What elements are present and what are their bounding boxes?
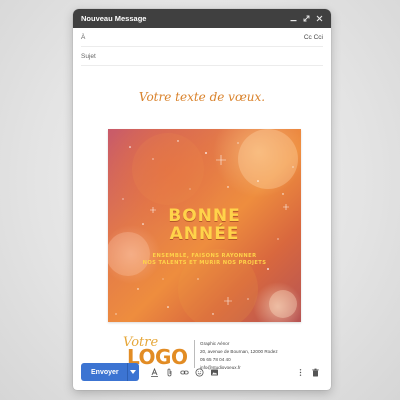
window-title: Nouveau Message xyxy=(81,14,147,23)
greeting-text: Votre texte de vœux. xyxy=(138,90,266,104)
link-icon[interactable] xyxy=(177,365,192,380)
emoji-icon[interactable] xyxy=(192,365,207,380)
send-button[interactable]: Envoyer xyxy=(81,363,127,381)
compose-titlebar[interactable]: Nouveau Message xyxy=(73,9,331,28)
signature-name: Graphic Aénor xyxy=(200,341,230,346)
send-button-group: Envoyer xyxy=(81,363,139,381)
expand-icon[interactable] xyxy=(301,14,311,24)
message-body[interactable]: Votre texte de vœux. BONNE ANNÉE ENSEMBL… xyxy=(73,66,331,370)
attach-icon[interactable] xyxy=(162,365,177,380)
card-subtitle-line2: NOS TALENTS ET MURIR NOS PROJETS xyxy=(142,260,267,266)
card-title-line1: BONNE xyxy=(168,206,241,226)
more-options-icon[interactable] xyxy=(293,365,308,380)
format-text-icon[interactable] xyxy=(147,365,162,380)
to-label: À xyxy=(81,33,86,41)
image-icon[interactable] xyxy=(207,365,222,380)
card-title-line2: ANNÉE xyxy=(169,224,240,244)
greeting-card-image: BONNE ANNÉE ENSEMBLE, FAISONS RAYONNER N… xyxy=(108,129,301,322)
to-field[interactable]: À Cc Cci xyxy=(81,28,323,47)
minimize-icon[interactable] xyxy=(288,14,298,24)
subject-label: Sujet xyxy=(81,52,96,60)
trash-icon[interactable] xyxy=(308,365,323,380)
card-subtitle-line1: ENSEMBLE, FAISONS RAYONNER xyxy=(152,253,257,259)
compose-toolbar: Envoyer xyxy=(73,354,331,390)
cc-bcc-link[interactable]: Cc Cci xyxy=(304,34,323,41)
subject-field[interactable]: Sujet xyxy=(81,47,323,66)
format-tools xyxy=(147,365,222,380)
compose-window: Nouveau Message À Cc Cci Sujet Votre tex… xyxy=(73,9,331,390)
close-icon[interactable] xyxy=(314,14,324,24)
caret-down-icon[interactable] xyxy=(126,363,139,381)
right-tools xyxy=(293,365,323,380)
